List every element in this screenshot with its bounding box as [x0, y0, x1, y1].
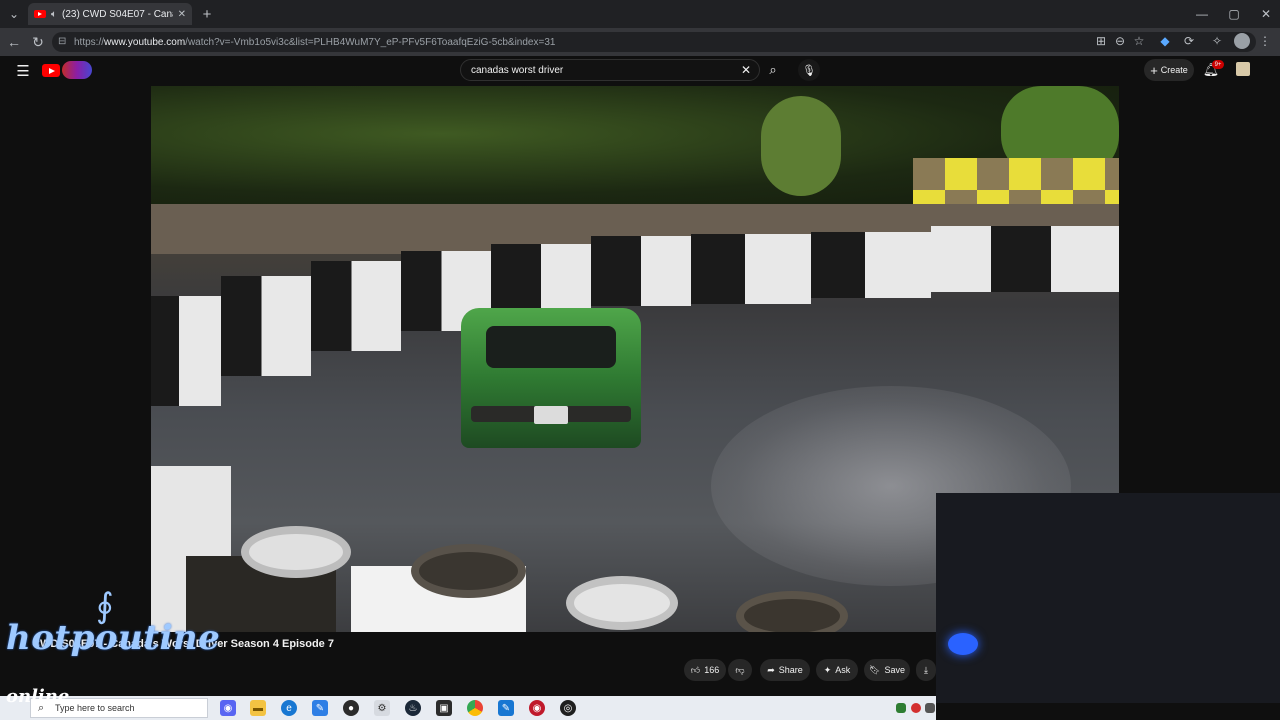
thumbs-down-icon: 👎︎ [735, 664, 745, 675]
file-explorer-icon[interactable]: ▬ [250, 700, 266, 716]
create-label: Create [1160, 65, 1188, 75]
maximize-window-icon[interactable]: ▢ [1224, 5, 1244, 23]
barrier [1051, 226, 1119, 292]
search-input[interactable]: canadas worst driver ✕ [460, 59, 760, 81]
tab-title: (23) CWD S04E07 - Canada's [62, 8, 173, 20]
create-button[interactable]: + Create [1144, 59, 1194, 81]
share-label: Share [778, 665, 803, 675]
browser-address-bar: ← ↻ ⊟ https://www.youtube.com/watch?v=-V… [0, 28, 1280, 56]
tab-list-chevron-icon[interactable]: ⌄ [6, 6, 22, 22]
tray-icon[interactable] [925, 703, 935, 713]
settings-gear-icon[interactable]: ⚙ [374, 700, 390, 716]
barrier [151, 296, 221, 406]
terminal-icon[interactable]: ▣ [436, 700, 452, 716]
doodle-logo-icon[interactable] [62, 61, 92, 79]
obs-icon[interactable]: ◎ [560, 700, 576, 716]
barrier [811, 232, 931, 298]
zoom-icon[interactable]: ⊖ [1113, 34, 1127, 48]
bush [761, 96, 841, 196]
close-window-icon[interactable]: ✕ [1256, 5, 1276, 23]
profile-avatar[interactable] [1234, 33, 1250, 49]
refresh-extension-icon[interactable]: ⟳ [1182, 34, 1196, 48]
notification-badge: 9+ [1212, 60, 1224, 69]
search-query: canadas worst driver [471, 64, 564, 76]
site-info-icon[interactable]: ⊟ [58, 36, 66, 47]
url-path: /watch?v=-Vmb1o5vi3c&list=PLHB4WuM7Y_eP-… [185, 36, 556, 48]
black-tire [411, 544, 526, 598]
browser-menu-icon[interactable]: ⋮ [1258, 34, 1272, 48]
microphone-icon[interactable]: 🎙︎ [798, 59, 820, 81]
barrier [931, 226, 1051, 292]
speaker-icon[interactable]: 🔈︎ [51, 9, 57, 20]
black-tire [736, 591, 848, 632]
back-arrow-icon[interactable]: ← [6, 34, 22, 50]
account-avatar[interactable] [1236, 62, 1250, 76]
blue-light-blob [948, 633, 978, 655]
sparkle-icon: ✦ [823, 664, 832, 675]
barrier [311, 261, 401, 351]
red-app-icon[interactable]: ◉ [529, 700, 545, 716]
barrier [221, 276, 311, 376]
license-plate [534, 406, 568, 424]
chrome-icon[interactable] [467, 700, 483, 716]
barrier [491, 244, 591, 314]
new-tab-button[interactable]: + [198, 5, 216, 23]
youtube-logo-icon[interactable] [42, 64, 60, 77]
white-tire [566, 576, 678, 630]
like-button[interactable]: 👍︎ 166 [684, 659, 726, 681]
url-host: www.youtube.com [104, 36, 186, 48]
share-button[interactable]: ➦ Share [760, 659, 810, 681]
steam-icon[interactable]: ♨ [405, 700, 421, 716]
youtube-header: ☰ canadas worst driver ✕ ⌕ 🎙︎ + Create 🔔… [0, 56, 1280, 86]
extension-icon[interactable]: ◆ [1158, 34, 1172, 48]
windows-taskbar: ⌕ Type here to search ◉ ▬ e ✎ ● ⚙ ♨ ▣ ✎ … [0, 696, 936, 720]
tray-icon[interactable] [896, 703, 906, 713]
youtube-favicon-icon [34, 10, 46, 18]
save-label: Save [884, 665, 905, 675]
apps-grid-icon[interactable]: ⊞ [1094, 34, 1108, 48]
thumbs-up-icon: 👍︎ [690, 664, 701, 675]
discord-icon[interactable]: ◉ [220, 700, 236, 716]
search-icon[interactable]: ⌕ [762, 59, 784, 81]
edge-icon[interactable]: e [281, 700, 297, 716]
car-rear-window [486, 326, 616, 368]
hamburger-menu-icon[interactable]: ☰ [14, 62, 32, 80]
browser-tab-bar: ⌄ 🔈︎ (23) CWD S04E07 - Canada's ✕ + — ▢ … [0, 0, 1280, 28]
download-button[interactable]: ⤓ [916, 659, 936, 681]
reload-icon[interactable]: ↻ [30, 34, 46, 50]
puzzle-icon[interactable]: ✧ [1210, 34, 1224, 48]
barrier [591, 236, 691, 306]
app-icon[interactable]: ✎ [498, 700, 514, 716]
ask-label: Ask [835, 665, 851, 675]
barrier [691, 234, 811, 304]
plus-icon: + [1150, 62, 1158, 78]
save-button[interactable]: 🔖︎ Save [864, 659, 910, 681]
watermark-text: hotpoutine [6, 618, 221, 658]
dislike-button[interactable]: 👎︎ [728, 659, 752, 681]
ask-button[interactable]: ✦ Ask [816, 659, 858, 681]
url-field[interactable]: ⊟ https://www.youtube.com/watch?v=-Vmb1o… [52, 32, 1256, 52]
like-count: 166 [704, 665, 720, 675]
clear-search-icon[interactable]: ✕ [741, 63, 751, 77]
download-icon: ⤓ [924, 664, 928, 675]
tray-record-icon[interactable] [911, 703, 921, 713]
share-arrow-icon: ➦ [767, 664, 775, 675]
white-tire [241, 526, 351, 578]
watermark-subtext: online [6, 686, 70, 707]
webcam-overlay [936, 493, 1280, 703]
app-icon[interactable]: ✎ [312, 700, 328, 716]
tab-close-icon[interactable]: ✕ [178, 9, 186, 20]
url-prefix: https:// [74, 36, 105, 48]
bookmark-icon: 🔖︎ [869, 664, 881, 675]
minimize-window-icon[interactable]: — [1192, 5, 1212, 23]
browser-tab[interactable]: 🔈︎ (23) CWD S04E07 - Canada's ✕ [28, 3, 192, 25]
bookmark-star-icon[interactable]: ☆ [1132, 34, 1146, 48]
media-app-icon[interactable]: ● [343, 700, 359, 716]
